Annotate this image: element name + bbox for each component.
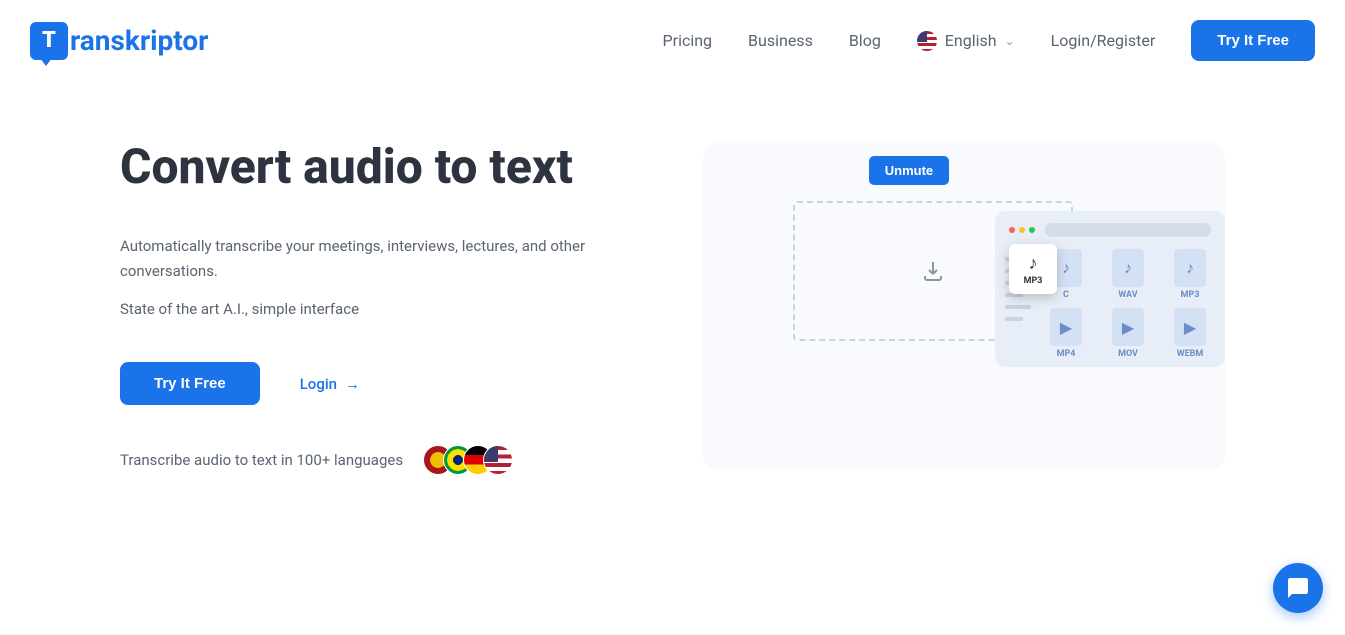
window-close-dot — [1009, 227, 1015, 233]
demo-area: Unmute — [703, 141, 1226, 471]
hero-buttons: Try It Free Login → — [120, 362, 643, 405]
window-max-dot — [1029, 227, 1035, 233]
hero-content: Convert audio to text Automatically tran… — [120, 141, 643, 475]
logo-text: ranskriptor — [70, 24, 208, 57]
languages-note: Transcribe audio to text in 100+ languag… — [120, 445, 643, 475]
hero-title: Convert audio to text — [120, 141, 643, 194]
nav: Pricing Business Blog English ⌄ Login/Re… — [663, 20, 1315, 61]
hero-login-link[interactable]: Login → — [300, 375, 360, 393]
play-icon: ▶ — [1184, 318, 1196, 337]
file-icon: ▶ — [1112, 308, 1144, 346]
music-note-icon: ♪ — [1029, 253, 1038, 274]
login-label: Login — [300, 375, 337, 393]
window-min-dot — [1019, 227, 1025, 233]
header: T ranskriptor Pricing Business Blog Engl… — [0, 0, 1345, 81]
file-tile[interactable]: ▶ WEBM — [1163, 308, 1217, 359]
flag-us-cluster-icon — [483, 445, 513, 475]
file-label: WEBM — [1177, 349, 1204, 359]
demo-panel: Unmute — [703, 141, 1226, 475]
dragged-file-label: MP3 — [1024, 276, 1043, 286]
browser-body: ♪ MP3 ♪ C ♪ WAV ♪ MP3 — [1003, 249, 1217, 359]
languages-text: Transcribe audio to text in 100+ languag… — [120, 451, 403, 469]
nav-business[interactable]: Business — [748, 31, 813, 50]
file-tile[interactable]: ▶ MOV — [1101, 308, 1155, 359]
music-note-icon: ♪ — [1186, 258, 1194, 278]
play-icon: ▶ — [1122, 318, 1134, 337]
language-label: English — [945, 31, 997, 50]
flag-cluster — [423, 445, 513, 475]
file-icon: ♪ — [1174, 249, 1206, 287]
dragged-file-icon: ♪ MP3 — [1009, 244, 1057, 294]
file-icon: ♪ — [1112, 249, 1144, 287]
file-label: WAV — [1118, 290, 1137, 300]
arrow-right-icon: → — [345, 375, 360, 393]
chat-icon — [1286, 576, 1310, 600]
music-note-icon: ♪ — [1124, 258, 1132, 278]
nav-login-register[interactable]: Login/Register — [1051, 31, 1156, 50]
file-label: MP4 — [1057, 349, 1076, 359]
browser-search — [1045, 223, 1211, 237]
unmute-button[interactable]: Unmute — [869, 156, 949, 185]
file-tile[interactable]: ♪ WAV — [1101, 249, 1155, 300]
file-label: MP3 — [1181, 290, 1200, 300]
browser-titlebar — [1003, 219, 1217, 241]
music-note-icon: ♪ — [1062, 258, 1070, 278]
logo-icon: T — [30, 22, 68, 60]
file-tile[interactable]: ♪ MP3 — [1163, 249, 1217, 300]
file-icon: ▶ — [1050, 308, 1082, 346]
file-tile[interactable]: ▶ MP4 — [1039, 308, 1093, 359]
file-grid: ♪ MP3 ♪ C ♪ WAV ♪ MP3 — [1039, 249, 1217, 359]
file-tile[interactable]: ♪ MP3 ♪ C — [1039, 249, 1093, 300]
main: Convert audio to text Automatically tran… — [0, 81, 1345, 475]
nav-blog[interactable]: Blog — [849, 31, 881, 50]
file-label: C — [1063, 290, 1069, 300]
hero-description-1: Automatically transcribe your meetings, … — [120, 234, 643, 285]
file-icon: ▶ — [1174, 308, 1206, 346]
language-selector[interactable]: English ⌄ — [917, 31, 1015, 51]
play-icon: ▶ — [1060, 318, 1072, 337]
hero-try-free-button[interactable]: Try It Free — [120, 362, 260, 405]
chat-bubble[interactable] — [1273, 563, 1323, 613]
flag-us-icon — [917, 31, 937, 51]
hero-description-2: State of the art A.I., simple interface — [120, 297, 643, 323]
nav-pricing[interactable]: Pricing — [663, 31, 713, 50]
file-label: MOV — [1118, 349, 1138, 359]
download-icon — [921, 259, 945, 283]
chevron-down-icon: ⌄ — [1005, 34, 1015, 48]
logo[interactable]: T ranskriptor — [30, 22, 208, 60]
try-free-button[interactable]: Try It Free — [1191, 20, 1315, 61]
file-browser: ♪ MP3 ♪ C ♪ WAV ♪ MP3 — [995, 211, 1225, 367]
